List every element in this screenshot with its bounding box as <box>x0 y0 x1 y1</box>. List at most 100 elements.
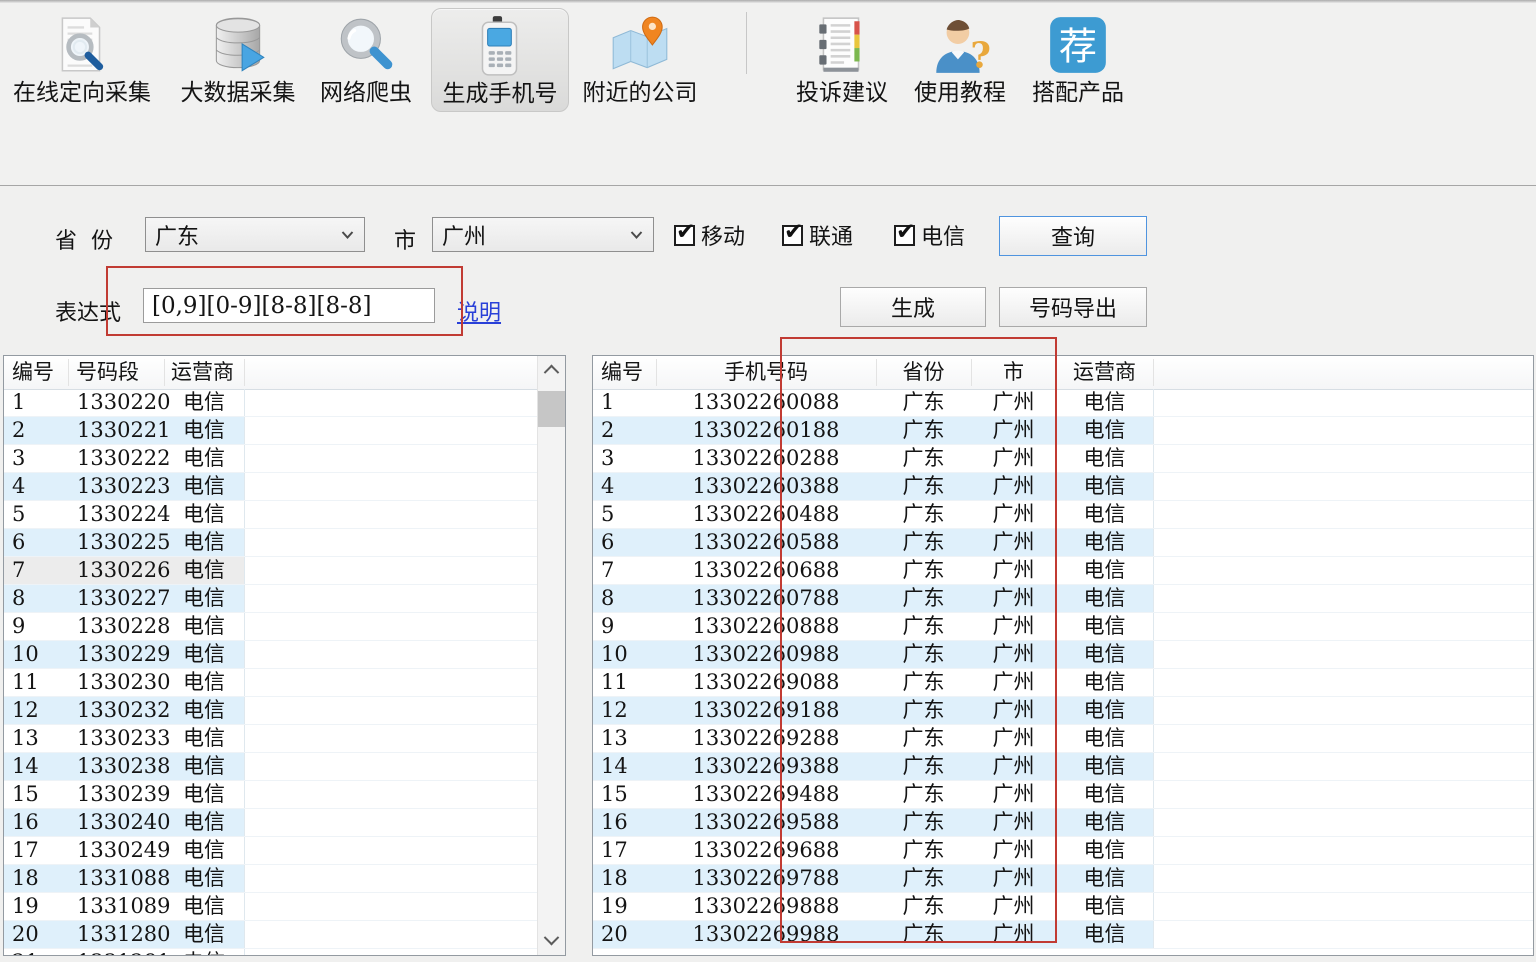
segment-table-row[interactable]: 111330230电信 <box>4 669 538 697</box>
phone-table-row[interactable]: 1113302269088广东广州电信 <box>593 669 1533 697</box>
checkbox-box[interactable]: ✔ <box>782 225 803 246</box>
column-header[interactable]: 运营商 <box>171 356 243 389</box>
phone-table-row[interactable]: 113302260088广东广州电信 <box>593 389 1533 417</box>
segment-table-row[interactable]: 191331089电信 <box>4 893 538 921</box>
column-header[interactable]: 编号 <box>601 356 661 389</box>
expression-input[interactable] <box>143 288 435 323</box>
table-cell: 15 <box>12 781 70 808</box>
phone-table-row[interactable]: 1813302269788广东广州电信 <box>593 865 1533 893</box>
phone-table-row[interactable]: 1013302260988广东广州电信 <box>593 641 1533 669</box>
map-pin-icon <box>607 13 673 79</box>
table-cell: 13302260388 <box>656 473 876 500</box>
phone-table-row[interactable]: 1713302269688广东广州电信 <box>593 837 1533 865</box>
table-cell: 1330228 <box>77 613 177 640</box>
segment-table-row[interactable]: 41330223电信 <box>4 473 538 501</box>
segment-table-row[interactable]: 51330224电信 <box>4 501 538 529</box>
segment-table-row[interactable]: 131330233电信 <box>4 725 538 753</box>
carrier-checkbox-mobile[interactable]: ✔移动 <box>674 219 745 251</box>
segment-table-row[interactable]: 71330226电信 <box>4 557 538 585</box>
scroll-up-button[interactable] <box>538 356 565 382</box>
segment-table-scrollbar[interactable] <box>537 356 565 955</box>
phone-table-row[interactable]: 713302260688广东广州电信 <box>593 557 1533 585</box>
segment-table-row[interactable]: 211331281电信 <box>4 949 538 955</box>
segment-table-row[interactable]: 91330228电信 <box>4 613 538 641</box>
phone-table-row[interactable]: 513302260488广东广州电信 <box>593 501 1533 529</box>
segment-table-row[interactable]: 121330232电信 <box>4 697 538 725</box>
table-cell: 电信 <box>183 753 243 780</box>
phone-table-row[interactable]: 1213302269188广东广州电信 <box>593 697 1533 725</box>
expression-help-link[interactable]: 说明 <box>457 295 501 327</box>
table-cell: 电信 <box>1056 473 1153 500</box>
province-select[interactable]: 广东 <box>145 217 365 252</box>
column-header[interactable]: 市 <box>971 356 1056 389</box>
segment-table-row[interactable]: 181331088电信 <box>4 865 538 893</box>
table-cell: 13302269888 <box>656 893 876 920</box>
toolbar-label: 附近的公司 <box>583 80 698 106</box>
carrier-checkbox-unicom[interactable]: ✔联通 <box>782 219 853 251</box>
segment-table-row[interactable]: 141330238电信 <box>4 753 538 781</box>
segment-table-row[interactable]: 61330225电信 <box>4 529 538 557</box>
phone-table-row[interactable]: 313302260288广东广州电信 <box>593 445 1533 473</box>
toolbar-button-recommend[interactable]: 荐搭配产品 <box>1022 8 1134 112</box>
segment-table-row[interactable]: 151330239电信 <box>4 781 538 809</box>
table-cell: 广州 <box>971 893 1056 920</box>
toolbar-button-generate-phone[interactable]: 生成手机号 <box>431 8 569 112</box>
table-cell: 14 <box>12 753 70 780</box>
carrier-checkbox-telecom[interactable]: ✔电信 <box>894 219 965 251</box>
toolbar-label: 搭配产品 <box>1032 80 1124 106</box>
table-cell: 13302260188 <box>656 417 876 444</box>
phone-table-row[interactable]: 413302260388广东广州电信 <box>593 473 1533 501</box>
scrollbar-thumb[interactable] <box>538 391 565 427</box>
segment-table-row[interactable]: 21330221电信 <box>4 417 538 445</box>
table-cell: 电信 <box>183 725 243 752</box>
toolbar-button-nearby-company[interactable]: 附近的公司 <box>574 8 706 112</box>
segment-table-header[interactable]: 编号号码段运营商 <box>4 356 538 390</box>
toolbar-button-online-collect[interactable]: 在线定向采集 <box>8 8 156 112</box>
toolbar-button-feedback[interactable]: 投诉建议 <box>786 8 898 112</box>
phone-table-row[interactable]: 1413302269388广东广州电信 <box>593 753 1533 781</box>
phone-table-row[interactable]: 2013302269988广东广州电信 <box>593 921 1533 949</box>
segment-table-row[interactable]: 11330220电信 <box>4 389 538 417</box>
toolbar-label: 在线定向采集 <box>13 80 151 106</box>
table-cell: 1330225 <box>77 529 177 556</box>
toolbar-button-web-crawler[interactable]: 网络爬虫 <box>313 8 419 112</box>
phone-table-row[interactable]: 213302260188广东广州电信 <box>593 417 1533 445</box>
table-cell: 广州 <box>971 641 1056 668</box>
generate-button[interactable]: 生成 <box>840 287 986 327</box>
table-cell: 13 <box>601 725 661 752</box>
toolbar-button-tutorial[interactable]: ?使用教程 <box>904 8 1016 112</box>
city-select[interactable]: 广州 <box>432 217 654 252</box>
phone-table-row[interactable]: 1513302269488广东广州电信 <box>593 781 1533 809</box>
column-header[interactable]: 编号 <box>12 356 70 389</box>
phone-table-row[interactable]: 613302260588广东广州电信 <box>593 529 1533 557</box>
segment-table-row[interactable]: 171330249电信 <box>4 837 538 865</box>
column-header[interactable]: 省份 <box>876 356 971 389</box>
column-separator <box>244 359 245 386</box>
table-cell: 广州 <box>971 865 1056 892</box>
table-cell: 20 <box>12 921 70 948</box>
table-cell: 7 <box>601 557 661 584</box>
table-cell: 广东 <box>876 473 971 500</box>
export-button[interactable]: 号码导出 <box>999 287 1147 327</box>
column-header[interactable]: 手机号码 <box>656 356 876 389</box>
phone-table-row[interactable]: 1613302269588广东广州电信 <box>593 809 1533 837</box>
phone-table-row[interactable]: 813302260788广东广州电信 <box>593 585 1533 613</box>
checkbox-box[interactable]: ✔ <box>674 225 695 246</box>
table-cell: 广东 <box>876 501 971 528</box>
segment-table-row[interactable]: 161330240电信 <box>4 809 538 837</box>
phone-table-row[interactable]: 1313302269288广东广州电信 <box>593 725 1533 753</box>
phone-table-row[interactable]: 913302260888广东广州电信 <box>593 613 1533 641</box>
checkbox-box[interactable]: ✔ <box>894 225 915 246</box>
column-header[interactable]: 运营商 <box>1056 356 1153 389</box>
segment-table-row[interactable]: 201331280电信 <box>4 921 538 949</box>
segment-table-row[interactable]: 101330229电信 <box>4 641 538 669</box>
phone-table-row[interactable]: 1913302269888广东广州电信 <box>593 893 1533 921</box>
query-button[interactable]: 查询 <box>999 216 1147 256</box>
scroll-down-button[interactable] <box>538 927 565 953</box>
phone-table-header[interactable]: 编号手机号码省份市运营商 <box>593 356 1533 390</box>
segment-table-row[interactable]: 31330222电信 <box>4 445 538 473</box>
toolbar-button-big-data-collect[interactable]: 大数据采集 <box>172 8 304 112</box>
table-cell: 6 <box>12 529 70 556</box>
segment-table-row[interactable]: 81330227电信 <box>4 585 538 613</box>
column-header[interactable]: 号码段 <box>76 356 176 389</box>
